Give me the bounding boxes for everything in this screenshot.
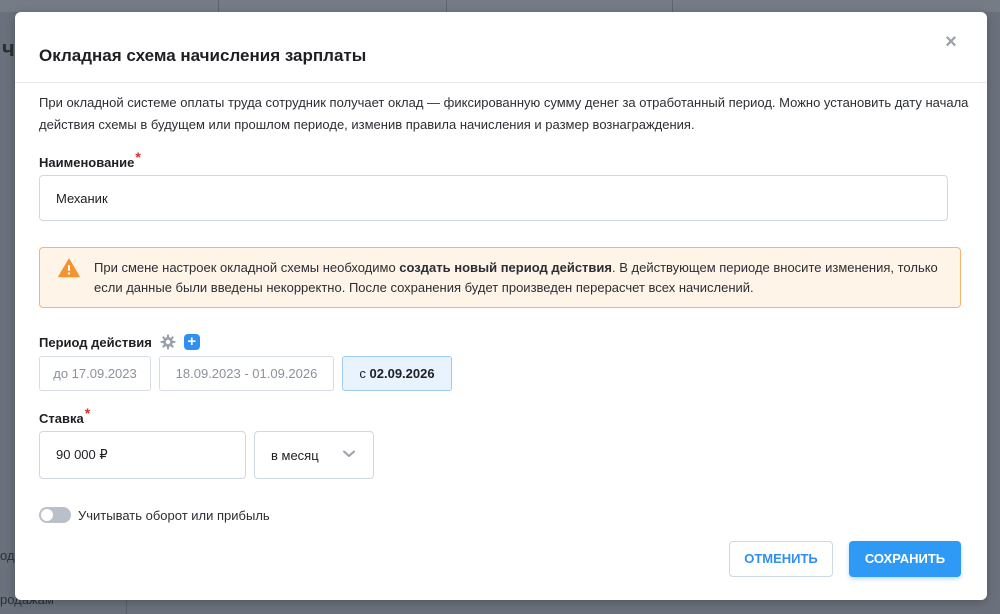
name-label-text: Наименование: [39, 155, 135, 170]
turnover-toggle[interactable]: [39, 507, 71, 523]
turnover-toggle-label: Учитывать оборот или прибыль: [78, 507, 270, 523]
add-period-icon[interactable]: +: [183, 334, 200, 350]
close-icon[interactable]: ×: [941, 32, 961, 52]
rate-period-select[interactable]: в месяц: [254, 431, 374, 479]
background-divider: [446, 0, 447, 12]
rate-input[interactable]: [39, 431, 246, 479]
modal-title: Окладная схема начисления зарплаты: [39, 46, 367, 65]
toggle-knob: [41, 509, 53, 521]
rate-period-value: в месяц: [271, 448, 319, 463]
period-label-row: Период действия +: [39, 334, 200, 350]
background-divider: [672, 0, 673, 12]
warning-triangle-icon: [58, 258, 80, 278]
turnover-toggle-row[interactable]: Учитывать оборот или прибыль: [39, 507, 270, 523]
gear-icon[interactable]: [160, 334, 176, 350]
warning-text-start: При смене настроек окладной схемы необхо…: [94, 260, 400, 275]
background-glyph: ч: [2, 36, 15, 61]
period-tab-1[interactable]: до 17.09.2023: [39, 356, 151, 391]
period-tab-current[interactable]: с 02.09.2026: [342, 356, 452, 391]
name-label: Наименование*: [39, 149, 141, 170]
warning-text-bold: создать новый период действия: [399, 260, 612, 275]
modal-description: При окладной системе оплаты труда сотруд…: [39, 95, 969, 132]
period-label: Период действия: [39, 334, 152, 350]
rate-label: Ставка*: [39, 405, 90, 426]
background-divider: [126, 600, 127, 614]
required-mark: *: [84, 405, 91, 421]
name-input[interactable]: [39, 175, 948, 221]
salary-scheme-modal: Окладная схема начисления зарплаты × При…: [15, 12, 987, 600]
warning-text: При смене настроек окладной схемы необхо…: [94, 258, 954, 298]
required-mark: *: [135, 149, 141, 165]
rate-label-text: Ставка: [39, 411, 84, 426]
chevron-down-icon: [343, 450, 355, 457]
background-topbar: [0, 0, 1000, 12]
header-divider: [15, 82, 987, 83]
period-tab-prefix: с: [359, 366, 370, 381]
period-tab-2[interactable]: 18.09.2023 - 01.09.2026: [159, 356, 334, 391]
save-button[interactable]: СОХРАНИТЬ: [849, 541, 961, 577]
background-divider: [218, 0, 219, 12]
cancel-button[interactable]: ОТМЕНИТЬ: [729, 541, 833, 577]
warning-banner: При смене настроек окладной схемы необхо…: [39, 247, 961, 308]
period-tab-date: 02.09.2026: [369, 366, 435, 381]
